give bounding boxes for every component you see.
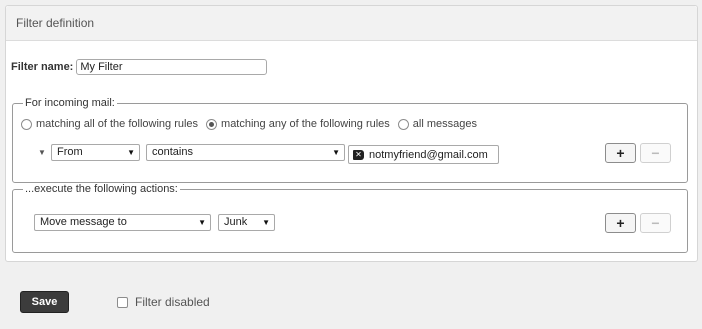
filter-disabled-label: Filter disabled [135, 295, 210, 309]
action-value: Move message to [40, 216, 127, 228]
chevron-down-icon: ▼ [127, 148, 135, 157]
all-messages-label: all messages [412, 118, 477, 130]
all-messages-option[interactable]: all messages [397, 118, 477, 130]
filter-name-input[interactable] [76, 59, 268, 75]
chevron-down-icon: ▼ [262, 218, 270, 227]
folder-value: Junk [224, 216, 248, 228]
match-any-option[interactable]: matching any of the following rules [206, 118, 390, 130]
all-messages-radio[interactable] [397, 118, 409, 130]
filter-name-label: Filter name: [11, 61, 74, 73]
remove-rule-button[interactable]: − [640, 143, 671, 163]
actions-legend: ...execute the following actions: [25, 183, 178, 195]
save-button[interactable]: Save [20, 291, 69, 313]
match-all-label: matching all of the following rules [36, 118, 199, 130]
tag-delete-icon[interactable]: ✕ [353, 149, 364, 160]
chevron-down-icon: ▼ [198, 218, 206, 227]
rule-value-input[interactable]: ✕ notmyfriend@gmail.com [348, 145, 499, 164]
match-any-label: matching any of the following rules [221, 118, 390, 130]
panel-title: Filter definition [6, 6, 697, 41]
folder-select[interactable]: Junk ▼ [218, 214, 275, 231]
match-all-radio[interactable] [21, 118, 32, 130]
filter-disabled-option[interactable]: Filter disabled [117, 295, 210, 309]
incoming-mail-fieldset: For incoming mail: [12, 97, 688, 183]
rule-collapse-icon[interactable]: ▼ [38, 148, 46, 157]
add-rule-button[interactable]: + [605, 143, 636, 163]
rule-field-value: From [57, 146, 83, 158]
add-action-button[interactable]: + [605, 213, 636, 233]
rule-operator-select[interactable]: contains ▼ [146, 144, 345, 161]
incoming-mail-legend: For incoming mail: [25, 97, 115, 109]
remove-action-button[interactable]: − [640, 213, 671, 233]
rule-field-select[interactable]: From ▼ [51, 144, 140, 161]
rule-value-text: notmyfriend@gmail.com [369, 148, 488, 161]
rule-operator-value: contains [152, 146, 193, 158]
match-mode-group: matching all of the following rules matc… [21, 118, 485, 130]
filter-disabled-checkbox[interactable] [117, 296, 128, 308]
match-all-option[interactable]: matching all of the following rules [21, 118, 198, 130]
match-any-radio[interactable] [206, 118, 218, 130]
chevron-down-icon: ▼ [332, 148, 340, 157]
filter-name-row: Filter name: [11, 59, 268, 75]
action-select[interactable]: Move message to ▼ [34, 214, 211, 231]
